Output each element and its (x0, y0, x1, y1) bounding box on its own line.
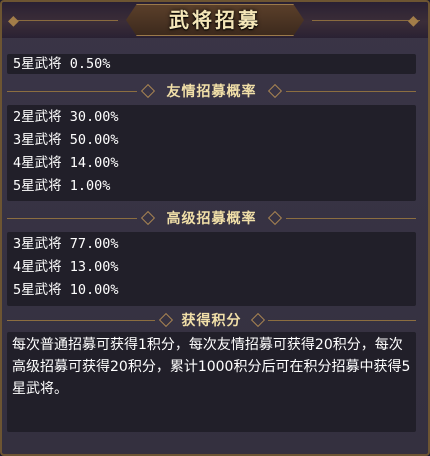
points-section-title: 获得积分 (181, 313, 242, 329)
rate-row: 5星武将 1.00% (13, 178, 111, 194)
advanced-rate-box: 3星武将 77.00% 4星武将 13.00% 5星武将 10.00% (7, 232, 416, 306)
panel-title: 武将招募 (169, 8, 261, 32)
points-section-header: 获得积分 (7, 309, 416, 333)
rate-row: 5星武将 10.00% (13, 282, 119, 298)
rate-row: 4星武将 14.00% (13, 155, 119, 171)
section-divider-right (268, 320, 416, 321)
section-divider-right (286, 218, 416, 219)
rate-row: 2星武将 30.00% (13, 109, 119, 125)
rate-row: 5星武将 0.50% (13, 56, 111, 72)
top-rate-box: 5星武将 0.50% (7, 54, 416, 74)
advanced-section-header: 高级招募概率 (7, 207, 416, 231)
recruit-probability-panel: ◆ ◆ 武将招募 5星武将 0.50% 友情招募概率 2星武将 30.00% 3… (0, 0, 430, 456)
title-divider-right (312, 20, 420, 21)
friend-rate-box: 2星武将 30.00% 3星武将 50.00% 4星武将 14.00% 5星武将… (7, 105, 416, 201)
rate-row: 3星武将 50.00% (13, 132, 119, 148)
corner-ornament-left-icon: ◆ (8, 13, 19, 29)
friend-section-header: 友情招募概率 (7, 80, 416, 104)
corner-ornament-right-icon: ◆ (408, 13, 419, 29)
friend-section-title: 友情招募概率 (166, 84, 257, 100)
section-divider-right (286, 91, 416, 92)
rate-row: 3星武将 77.00% (13, 236, 119, 252)
title-divider-left (10, 20, 118, 21)
rate-row: 4星武将 13.00% (13, 259, 119, 275)
points-description: 每次普通招募可获得1积分，每次友情招募可获得20积分，每次高级招募可获得20积分… (12, 337, 411, 397)
advanced-section-title: 高级招募概率 (166, 211, 257, 227)
